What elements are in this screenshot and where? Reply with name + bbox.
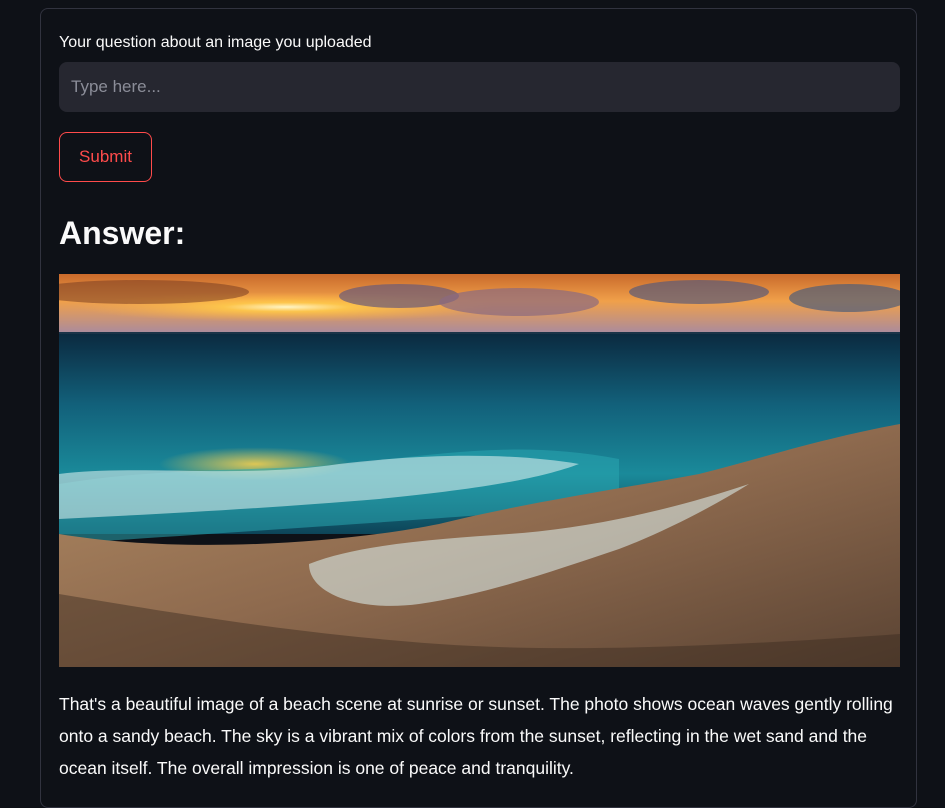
- answer-text: That's a beautiful image of a beach scen…: [59, 694, 893, 778]
- answer-heading: Answer:: [59, 215, 186, 251]
- beach-sunset-image: [59, 274, 900, 667]
- question-input[interactable]: [59, 62, 900, 112]
- submit-button[interactable]: Submit: [59, 132, 152, 182]
- question-label: Your question about an image you uploade…: [59, 34, 372, 51]
